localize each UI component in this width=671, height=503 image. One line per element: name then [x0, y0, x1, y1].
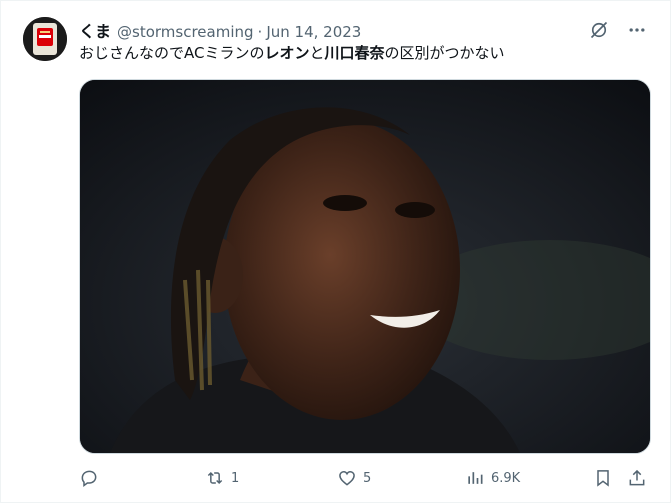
retweet-icon — [207, 471, 223, 485]
tweet-top-actions — [588, 19, 648, 41]
tweet-header: くま @stormscreaming · Jun 14, 2023 — [79, 18, 361, 42]
separator-dot: · — [257, 23, 263, 41]
reply-icon — [81, 470, 97, 487]
tweet-card: くま @stormscreaming · Jun 14, 2023 おじさんなの… — [0, 0, 671, 503]
grok-icon[interactable] — [588, 19, 610, 41]
tweet-text-bold: レオン — [264, 44, 310, 62]
views-button[interactable]: 6.9K — [465, 463, 520, 493]
tweet-text-bold: 川口春奈 — [324, 44, 385, 62]
user-handle[interactable]: @stormscreaming — [117, 23, 254, 41]
portrait-photo — [80, 80, 650, 453]
views-count: 6.9K — [491, 470, 521, 486]
tweet-text-part: と — [309, 44, 325, 62]
tweet-text: おじさんなのでACミランのレオンと川口春奈の区別がつかない — [79, 43, 505, 63]
tweet-text-part: おじさんなのでACミランの — [79, 44, 265, 62]
views-icon — [468, 472, 483, 484]
arsenal-badge-avatar — [23, 17, 67, 61]
more-icon[interactable] — [626, 19, 648, 41]
tweet-photo[interactable] — [79, 79, 651, 454]
tweet-actions: 1 5 6.9K — [75, 463, 655, 493]
share-icon — [629, 469, 645, 486]
tweet-date[interactable]: Jun 14, 2023 — [266, 23, 361, 41]
like-button[interactable]: 5 — [337, 463, 371, 493]
display-name[interactable]: くま — [79, 18, 111, 42]
retweet-count: 1 — [231, 470, 240, 486]
heart-icon — [339, 470, 355, 486]
bookmark-button[interactable] — [593, 463, 613, 493]
reply-button[interactable] — [79, 463, 105, 493]
bookmark-icon — [597, 470, 609, 487]
share-button[interactable] — [627, 463, 647, 493]
tweet-text-part: の区別がつかない — [384, 44, 505, 62]
like-count: 5 — [363, 470, 372, 486]
avatar[interactable] — [23, 17, 67, 61]
retweet-button[interactable]: 1 — [205, 463, 239, 493]
